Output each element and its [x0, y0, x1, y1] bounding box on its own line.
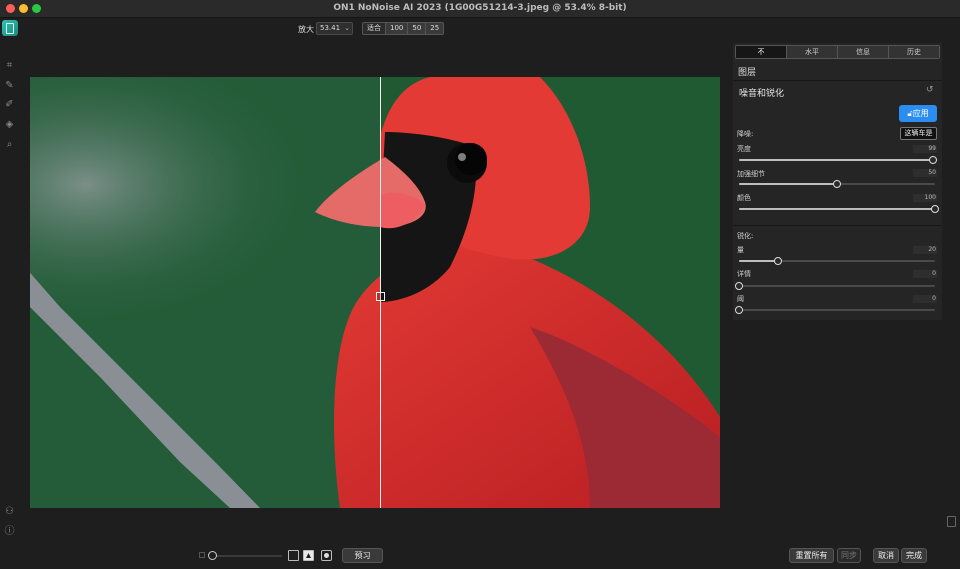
slider-detail[interactable]: [739, 180, 935, 188]
slider-fill: [739, 260, 779, 262]
slider-knob[interactable]: [735, 282, 743, 290]
slider-value[interactable]: 0: [913, 295, 937, 303]
mask-brush-icon[interactable]: ✐: [3, 98, 16, 111]
bottom-bar: 预习 重置所有 同步 取消 完成: [0, 542, 960, 569]
apply-label: 应用: [912, 109, 929, 118]
user-icon[interactable]: ⚇: [3, 505, 16, 518]
mask-view-icon[interactable]: [303, 550, 314, 561]
help-icon[interactable]: ⓘ: [3, 525, 16, 538]
window-title: ON1 NoNoise AI 2023 (1G00G51214-3.jpeg @…: [333, 3, 627, 13]
slider-details[interactable]: [735, 282, 935, 290]
slider-knob[interactable]: [735, 306, 743, 314]
chevron-down-icon: ⌄: [344, 24, 350, 32]
slider-knob[interactable]: [929, 156, 938, 164]
title-bar: ON1 NoNoise AI 2023 (1G00G51214-3.jpeg @…: [0, 0, 960, 18]
cardinal-photo: [30, 77, 720, 508]
zoom-25-button[interactable]: 25: [425, 22, 445, 35]
slider-knob[interactable]: [931, 205, 939, 213]
slider-label: 颜色: [737, 194, 751, 202]
compare-view-icon[interactable]: [288, 550, 299, 561]
slider-amount[interactable]: [739, 257, 935, 265]
divider: [733, 225, 942, 226]
app-logo-icon: [2, 20, 18, 36]
slider-fill: [739, 183, 837, 185]
tab-layers[interactable]: 不: [736, 46, 787, 58]
slider-label: 加强细节: [737, 170, 765, 178]
cancel-button[interactable]: 取消: [873, 548, 899, 563]
noise-group-label: 降噪:: [737, 130, 754, 138]
slider-fill: [739, 208, 935, 210]
top-toolbar: 放大 53.41 ⌄ 适合 100 50 25: [0, 18, 960, 42]
zoom-label: 放大: [298, 25, 314, 34]
slider-fill: [739, 159, 934, 161]
panel-toggle-icon[interactable]: [947, 516, 956, 527]
slider-value[interactable]: 50: [913, 169, 937, 177]
crop-icon[interactable]: ⌗: [3, 59, 16, 72]
section-title: 噪音和锐化: [739, 89, 785, 99]
loupe-view-icon[interactable]: [321, 550, 332, 561]
slider-label: 亮度: [737, 145, 751, 153]
slider-threshold[interactable]: [735, 306, 935, 314]
adjustment-panel: 不 水平 信息 历史 图层 噪音和锐化 ↺ 🔓︎应用 这辆车是 降噪: 亮度 9…: [733, 43, 942, 320]
slider-value[interactable]: 20: [913, 246, 937, 254]
panel-tabs: 不 水平 信息 历史: [735, 45, 940, 59]
zoom-100-button[interactable]: 100: [385, 22, 409, 35]
zoom-select[interactable]: 53.41 ⌄: [316, 22, 353, 35]
apply-button[interactable]: 🔓︎应用: [899, 105, 937, 122]
zoom-icon[interactable]: ⌕: [3, 138, 16, 151]
zoom-50-button[interactable]: 50: [407, 22, 427, 35]
preview-button[interactable]: 预习: [342, 548, 383, 563]
sharpen-group-label: 锐化:: [737, 232, 754, 240]
divider: [733, 80, 942, 81]
preview-size-knob[interactable]: [208, 551, 217, 560]
split-handle[interactable]: [376, 292, 385, 301]
slider-label: 量: [737, 246, 744, 254]
tab-history[interactable]: 历史: [889, 46, 939, 58]
done-button[interactable]: 完成: [901, 548, 927, 563]
slider-knob[interactable]: [833, 180, 841, 188]
slider-label: 阈: [737, 295, 744, 303]
reset-all-button[interactable]: 重置所有: [789, 548, 834, 563]
slider-luminance[interactable]: [739, 156, 938, 164]
slider-label: 详情: [737, 270, 751, 278]
zoom-preset-group: 适合 100 50 25: [362, 22, 445, 35]
preview-size-slider[interactable]: [212, 555, 282, 557]
tab-levels[interactable]: 水平: [787, 46, 838, 58]
small-preview-icon: [199, 552, 205, 558]
tab-info[interactable]: 信息: [838, 46, 889, 58]
slider-value[interactable]: 0: [913, 270, 937, 278]
slider-knob[interactable]: [774, 257, 783, 265]
slider-color[interactable]: [739, 205, 939, 213]
slider-value[interactable]: 100: [913, 194, 937, 202]
brush-icon[interactable]: ✎: [3, 79, 16, 92]
zoom-value: 53.41: [320, 24, 341, 32]
zoom-fit-button[interactable]: 适合: [362, 22, 386, 35]
sync-button[interactable]: 同步: [837, 548, 861, 563]
tooltip: 这辆车是: [900, 127, 937, 140]
layers-title: 图层: [738, 68, 757, 78]
reset-icon[interactable]: ↺: [926, 85, 934, 95]
slider-value[interactable]: 99: [913, 145, 937, 153]
image-canvas[interactable]: [30, 77, 720, 508]
eraser-icon[interactable]: ◈: [3, 118, 16, 131]
